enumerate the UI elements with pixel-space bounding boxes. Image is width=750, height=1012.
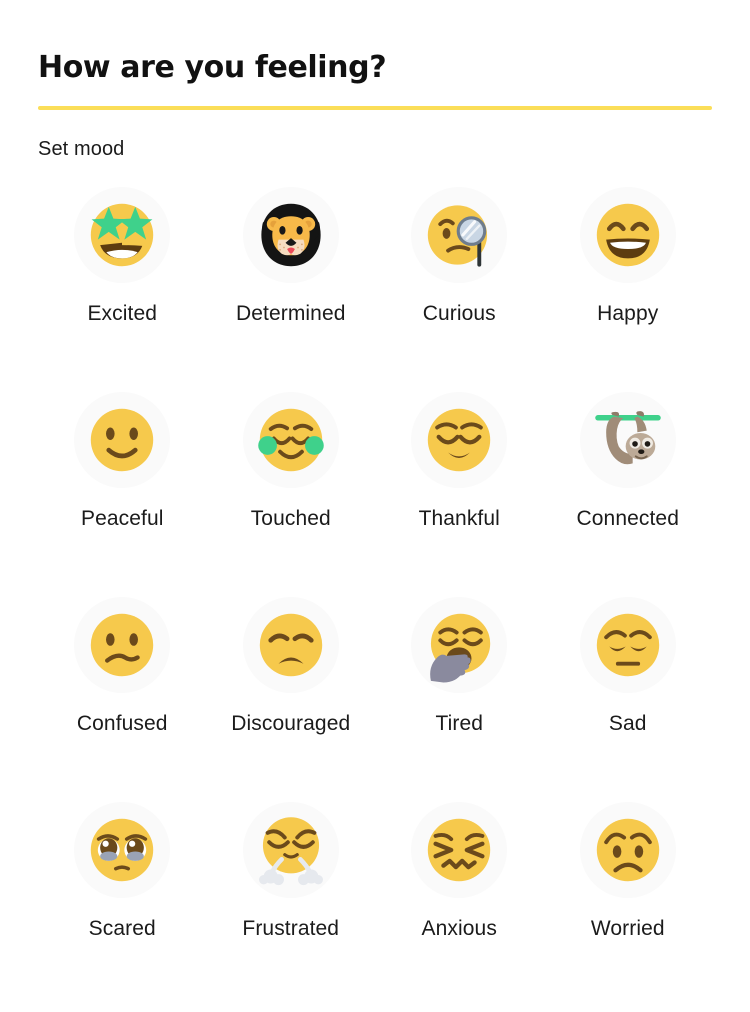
mood-option-confused[interactable]: Confused bbox=[38, 597, 207, 802]
pensive-face-icon bbox=[579, 597, 676, 693]
mood-label: Discouraged bbox=[231, 712, 351, 735]
pleading-face-icon bbox=[74, 802, 171, 898]
mood-option-anxious[interactable]: Anxious bbox=[375, 802, 544, 1007]
mood-option-connected[interactable]: Connected bbox=[544, 392, 713, 597]
slightly-smiling-face-icon bbox=[74, 392, 171, 488]
mood-label: Tired bbox=[435, 712, 484, 735]
mood-grid: Excited Determined Curious Happy Peacefu… bbox=[38, 187, 712, 1007]
mood-option-determined[interactable]: Determined bbox=[207, 187, 376, 392]
mood-label: Confused bbox=[76, 712, 168, 735]
mood-label: Thankful bbox=[418, 507, 500, 530]
mood-picker-card: How are you feeling? Set mood Excited De… bbox=[0, 0, 750, 1012]
mood-label: Peaceful bbox=[80, 507, 164, 530]
grinning-face-with-smiling-eyes-icon bbox=[579, 187, 676, 283]
mood-option-tired[interactable]: Tired bbox=[375, 597, 544, 802]
mood-label: Happy bbox=[597, 302, 659, 325]
mood-label: Scared bbox=[88, 917, 156, 940]
mood-option-scared[interactable]: Scared bbox=[38, 802, 207, 1007]
mood-label: Frustrated bbox=[242, 917, 340, 940]
face-with-steam-from-nose-icon bbox=[242, 802, 339, 898]
mood-label: Worried bbox=[590, 917, 665, 940]
mood-option-discouraged[interactable]: Discouraged bbox=[207, 597, 376, 802]
confounded-face-icon bbox=[411, 802, 508, 898]
mood-label: Anxious bbox=[421, 917, 497, 940]
mood-option-sad[interactable]: Sad bbox=[544, 597, 713, 802]
star-struck-face-icon bbox=[74, 187, 171, 283]
mood-label: Excited bbox=[87, 302, 158, 325]
mood-label: Connected bbox=[576, 507, 679, 530]
mood-option-excited[interactable]: Excited bbox=[38, 187, 207, 392]
mood-option-frustrated[interactable]: Frustrated bbox=[207, 802, 376, 1007]
mood-option-worried[interactable]: Worried bbox=[544, 802, 713, 1007]
mood-option-peaceful[interactable]: Peaceful bbox=[38, 392, 207, 597]
worried-face-icon bbox=[579, 802, 676, 898]
accent-divider bbox=[38, 106, 712, 110]
mood-label: Sad bbox=[608, 712, 647, 735]
set-mood-label: Set mood bbox=[38, 138, 125, 160]
mood-label: Touched bbox=[250, 507, 331, 530]
mood-label: Determined bbox=[235, 302, 346, 325]
yawning-face-icon bbox=[411, 597, 508, 693]
mood-option-happy[interactable]: Happy bbox=[544, 187, 713, 392]
lion-face-icon bbox=[242, 187, 339, 283]
sloth-icon bbox=[579, 392, 676, 488]
mood-option-thankful[interactable]: Thankful bbox=[375, 392, 544, 597]
mood-option-curious[interactable]: Curious bbox=[375, 187, 544, 392]
relieved-face-icon bbox=[411, 392, 508, 488]
smiling-face-with-blush-icon bbox=[242, 392, 339, 488]
disappointed-face-icon bbox=[242, 597, 339, 693]
page-title: How are you feeling? bbox=[38, 50, 387, 85]
mood-option-touched[interactable]: Touched bbox=[207, 392, 376, 597]
face-with-monocle-icon bbox=[411, 187, 508, 283]
confused-face-icon bbox=[74, 597, 171, 693]
mood-label: Curious bbox=[422, 302, 496, 325]
